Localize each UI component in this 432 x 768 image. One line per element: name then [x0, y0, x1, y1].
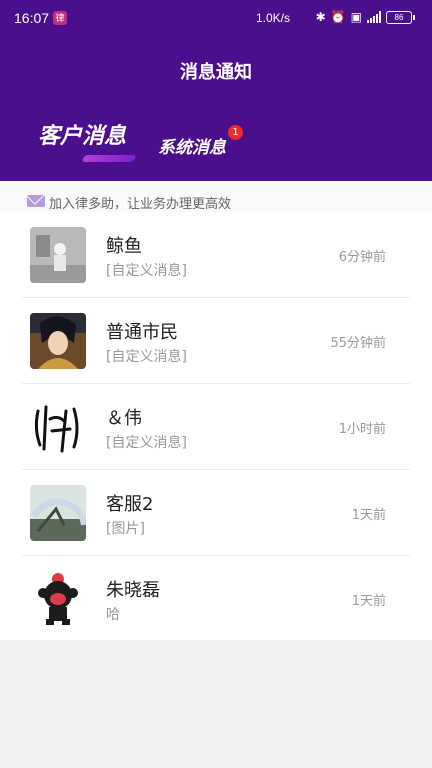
message-time: 1天前 — [351, 594, 386, 609]
list-item[interactable]: ＆伟 [自定义消息] 1小时前 — [0, 384, 432, 470]
avatar — [30, 399, 86, 455]
message-time: 55分钟前 — [330, 336, 386, 351]
status-bar: 16:07 律 1.0K/s ✱ ⏰ ▣ 86 — [0, 0, 432, 38]
battery-icon: 86 — [386, 10, 415, 24]
tab-customer-messages[interactable]: 客户消息 — [38, 118, 126, 150]
list-item[interactable]: 朱晓磊 哈 1天前 — [0, 556, 432, 642]
bluetooth-icon: ✱ — [315, 10, 326, 24]
alarm-icon: ⏰ — [330, 10, 346, 24]
avatar — [30, 227, 86, 283]
message-preview: [自定义消息] — [106, 349, 187, 365]
header-bar: 16:07 律 1.0K/s ✱ ⏰ ▣ 86 消息通知 客户消息 系统消息 1 — [0, 0, 432, 181]
network-speed: 1.0K/s — [256, 11, 291, 25]
avatar — [30, 313, 86, 369]
app-notification-icon: 律 — [53, 11, 67, 25]
avatar — [30, 485, 86, 541]
page-title: 消息通知 — [180, 62, 252, 83]
list-item[interactable]: 客服2 [图片] 1天前 — [0, 470, 432, 556]
active-tab-indicator — [81, 155, 137, 162]
contact-name: 朱晓磊 — [106, 580, 160, 601]
message-preview: 哈 — [106, 607, 120, 623]
contact-name: ＆伟 — [106, 408, 142, 429]
contact-name: 鲸鱼 — [106, 236, 142, 257]
contact-name: 普通市民 — [106, 322, 178, 343]
list-item[interactable]: 鲸鱼 [自定义消息] 6分钟前 — [0, 212, 432, 298]
message-time: 1天前 — [351, 508, 386, 523]
status-time: 16:07 — [14, 10, 50, 26]
message-preview: [自定义消息] — [106, 435, 187, 451]
tab-system-messages[interactable]: 系统消息 — [158, 133, 226, 158]
signal-icon — [367, 11, 381, 23]
promo-text[interactable]: 加入律多助，让业务办理更高效 — [49, 193, 231, 212]
message-preview: [自定义消息] — [106, 263, 187, 279]
message-time: 6分钟前 — [338, 250, 386, 265]
list-item[interactable]: 普通市民 [自定义消息] 55分钟前 — [0, 298, 432, 384]
contact-name: 客服2 — [106, 494, 154, 515]
message-list: 鲸鱼 [自定义消息] 6分钟前 普通市民 [自定义消息] 55分钟前 ＆伟 [自… — [0, 212, 432, 640]
unread-badge: 1 — [228, 125, 243, 140]
status-icons: ✱ ⏰ ▣ 86 — [315, 10, 415, 24]
message-time: 1小时前 — [338, 422, 386, 437]
message-preview: [图片] — [106, 521, 145, 537]
hd-icon: ▣ — [350, 10, 362, 24]
avatar — [30, 571, 86, 627]
mail-icon — [27, 195, 45, 207]
